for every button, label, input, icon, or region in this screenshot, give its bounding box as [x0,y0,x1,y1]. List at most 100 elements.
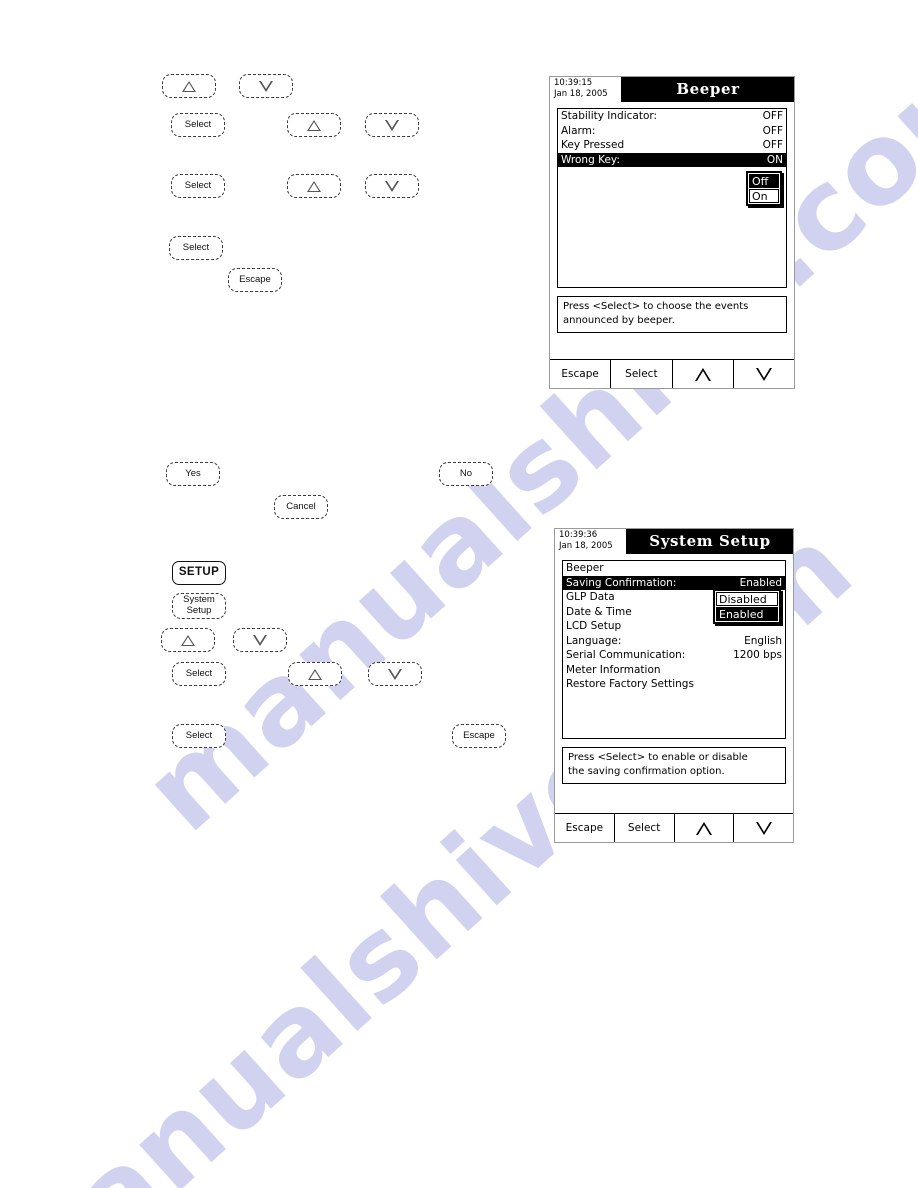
key-label: Escape [463,729,495,741]
key-down-4[interactable] [233,628,287,652]
key-up-2[interactable] [287,113,341,137]
key-down-5[interactable] [368,662,422,686]
dropdown-popup-system-setup[interactable]: Disabled Enabled [713,589,781,624]
menu-row-selected[interactable]: Wrong Key: ON [558,152,786,167]
row-label: Serial Communication: [566,649,686,661]
row-label: LCD Setup [566,620,622,632]
key-label: Select [184,118,212,130]
menu-row[interactable]: Stability Indicator: OFF [558,109,786,124]
menu-row[interactable]: Serial Communication: 1200 bps [563,648,785,663]
triangle-down-icon [755,367,772,381]
softkey-bar: Escape Select [550,359,794,388]
key-system-setup[interactable]: System Setup [172,593,226,619]
menu-row[interactable]: Restore Factory Settings [563,677,785,692]
softkey-down[interactable] [734,814,793,842]
softkey-select[interactable]: Select [615,814,675,842]
softkey-select[interactable]: Select [611,360,673,388]
clock-date: Jan 18, 2005 [559,541,613,551]
row-value: OFF [762,139,783,151]
key-down-2[interactable] [365,113,419,137]
dropdown-option[interactable]: Enabled [716,607,778,621]
row-value: OFF [762,110,783,122]
row-label: Restore Factory Settings [566,678,694,690]
key-no[interactable]: No [439,462,493,486]
hint-box: Press <Select> to choose the events anno… [557,296,787,333]
key-label: Select [184,179,212,191]
key-yes[interactable]: Yes [166,462,220,486]
softkey-label: Escape [561,368,599,380]
row-label: Date & Time [566,605,632,618]
row-value: Enabled [739,576,782,589]
softkey-up[interactable] [673,360,734,388]
lcd-header: 10:39:15 Jan 18, 2005 Beeper [550,77,794,102]
key-select-3[interactable]: Select [169,236,223,260]
row-label: Saving Confirmation: [566,576,677,589]
key-cancel[interactable]: Cancel [274,495,328,519]
dropdown-option[interactable]: Off [749,174,779,188]
dropdown-popup-beeper[interactable]: Off On [746,171,782,206]
menu-row[interactable]: Key Pressed OFF [558,138,786,153]
clock-display: 10:39:15 Jan 18, 2005 [550,77,622,102]
key-select-2[interactable]: Select [171,174,225,198]
row-label: Key Pressed [561,139,625,151]
row-label: Alarm: [561,124,596,137]
key-label: No [459,467,473,479]
triangle-down-icon [385,119,399,131]
key-label: Select [185,667,213,679]
row-label: Meter Information [566,663,661,676]
clock-display: 10:39:36 Jan 18, 2005 [555,529,627,554]
row-label: Wrong Key: [561,153,620,166]
softkey-label: Escape [565,822,604,834]
key-label: Escape [239,273,271,285]
lcd-header: 10:39:36 Jan 18, 2005 System Setup [555,529,793,554]
lcd-screen-beeper: 10:39:15 Jan 18, 2005 Beeper Stability I… [549,76,795,389]
key-select-5[interactable]: Select [172,724,226,748]
key-up-5[interactable] [288,662,342,686]
hint-line-2: announced by beeper. [563,315,675,326]
dropdown-option[interactable]: On [749,189,779,203]
triangle-down-icon [388,668,402,680]
key-down-1[interactable] [239,74,293,98]
row-value: English [744,634,782,647]
menu-list-system-setup: Beeper Saving Confirmation: Enabled GLP … [562,560,786,739]
menu-row[interactable]: Language: English [563,634,785,649]
row-label: GLP Data [566,591,615,603]
triangle-up-icon [181,634,195,646]
key-up-3[interactable] [287,174,341,198]
key-escape-2[interactable]: Escape [452,724,506,748]
menu-row[interactable]: Alarm: OFF [558,124,786,139]
key-up-4[interactable] [161,628,215,652]
softkey-up[interactable] [675,814,735,842]
menu-row-selected[interactable]: Saving Confirmation: Enabled [563,575,785,590]
manual-page: manualshive.com manualshive.com Select S… [0,0,918,1188]
menu-list-beeper: Stability Indicator: OFF Alarm: OFF Key … [557,108,787,288]
triangle-up-icon [694,367,711,381]
key-label-line2: Setup [186,605,212,616]
row-label: Beeper [566,562,604,574]
clock-time: 10:39:15 [554,78,593,88]
menu-row[interactable]: Beeper [563,561,785,576]
softkey-down[interactable] [734,360,794,388]
dropdown-option[interactable]: Disabled [716,592,778,606]
hint-line-1: Press <Select> to choose the events [563,301,749,312]
triangle-up-icon [307,180,321,192]
key-select-1[interactable]: Select [171,113,225,137]
row-value: ON [766,153,783,166]
softkey-label: Select [627,822,661,834]
softkey-escape[interactable]: Escape [555,814,615,842]
key-label: Cancel [286,500,316,512]
triangle-down-icon [385,180,399,192]
clock-date: Jan 18, 2005 [554,89,608,99]
key-setup[interactable]: SETUP [172,561,226,585]
softkey-label: Select [625,368,658,380]
screen-title: System Setup [649,532,771,550]
key-select-4[interactable]: Select [172,662,226,686]
softkey-bar: Escape Select [555,813,793,842]
menu-row[interactable]: Meter Information [563,663,785,678]
key-up-1[interactable] [162,74,216,98]
key-escape-1[interactable]: Escape [228,268,282,292]
softkey-escape[interactable]: Escape [550,360,612,388]
hint-box: Press <Select> to enable or disable the … [562,747,786,784]
triangle-up-icon [307,119,321,131]
key-down-3[interactable] [365,174,419,198]
